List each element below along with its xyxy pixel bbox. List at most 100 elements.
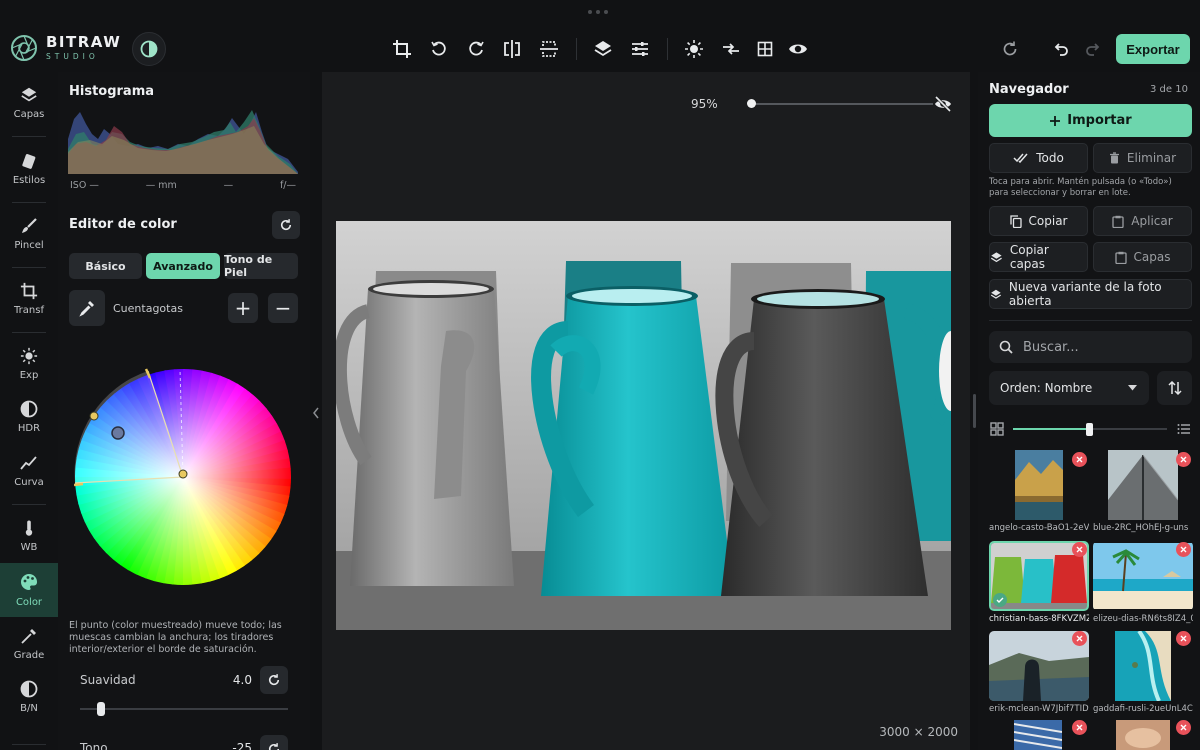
rail-item-wb[interactable]: WB — [0, 509, 58, 563]
sort-arrows-icon — [1167, 380, 1182, 396]
remove-thumbnail-button[interactable] — [1072, 720, 1087, 735]
center-handle[interactable] — [178, 469, 188, 479]
close-icon — [1180, 546, 1187, 553]
main-photo[interactable] — [336, 221, 951, 630]
undo-button[interactable] — [1048, 36, 1074, 62]
rotate-left-button[interactable] — [426, 36, 452, 62]
smoothness-reset-button[interactable] — [260, 666, 288, 694]
add-sample-button[interactable]: + — [228, 293, 258, 323]
rail-item-color[interactable]: Color — [0, 563, 58, 617]
flip-horizontal-button[interactable] — [499, 36, 525, 62]
smoothness-label: Suavidad — [80, 673, 136, 687]
copy-layers-button[interactable]: Copiar capas — [989, 242, 1088, 272]
aperture-value: f/— — [279, 180, 296, 191]
width-notch-handle[interactable] — [74, 482, 84, 487]
theme-toggle-button[interactable] — [132, 32, 166, 66]
thumbnail-image — [1014, 720, 1062, 750]
new-variant-button[interactable]: Nueva variante de la foto abierta — [989, 279, 1192, 309]
copy-button[interactable]: Copiar — [989, 206, 1088, 236]
thumbnail-item[interactable] — [1014, 720, 1064, 750]
rotate-left-icon — [431, 41, 446, 56]
thumbnail-image — [1015, 450, 1063, 520]
reset-button[interactable] — [997, 36, 1023, 62]
adjustments-tool-button[interactable] — [627, 36, 653, 62]
collapse-panel-chevron-icon[interactable] — [312, 406, 320, 420]
paste-layers-button[interactable]: Capas — [1093, 242, 1192, 272]
rail-divider — [12, 744, 46, 745]
hide-overlay-icon[interactable] — [934, 95, 952, 113]
panel-resize-handle[interactable] — [973, 394, 976, 428]
navigator-title: Navegador — [989, 82, 1069, 97]
tab-avanzado[interactable]: Avanzado — [146, 253, 220, 279]
thumbnail-name: angelo-casto-BaO1-2eVo — [989, 523, 1089, 533]
select-all-button[interactable]: Todo — [989, 143, 1088, 173]
compare-tool-button[interactable] — [718, 36, 744, 62]
search-input[interactable] — [1023, 339, 1173, 355]
delete-button[interactable]: Eliminar — [1093, 143, 1192, 173]
drag-grip[interactable] — [588, 10, 608, 14]
crop-icon — [393, 40, 411, 58]
smoothness-slider-track[interactable] — [80, 708, 288, 710]
sample-point[interactable] — [111, 426, 125, 440]
rail-item-transf[interactable]: Transf — [0, 272, 58, 326]
light-tool-button[interactable] — [681, 36, 707, 62]
grid-view-icon[interactable] — [990, 422, 1004, 436]
preview-toggle-button[interactable] — [785, 36, 811, 62]
eyedropper-button[interactable] — [69, 290, 105, 326]
rail-item-capas[interactable]: Capas — [0, 76, 58, 130]
saturation-handle[interactable] — [89, 411, 99, 421]
import-button[interactable]: Importar — [989, 104, 1192, 137]
sort-dropdown[interactable]: Orden: Nombre — [989, 371, 1149, 405]
redo-icon — [1086, 43, 1100, 56]
new-variant-label: Nueva variante de la foto abierta — [1008, 280, 1162, 308]
apply-button[interactable]: Aplicar — [1093, 206, 1192, 236]
zoom-slider-knob[interactable] — [747, 99, 756, 108]
export-button[interactable]: Exportar — [1116, 34, 1190, 64]
check-icon — [996, 597, 1004, 603]
remove-thumbnail-button[interactable] — [1176, 720, 1191, 735]
rail-item-exp[interactable]: Exp — [0, 337, 58, 391]
rail-item-pincel[interactable]: Pincel — [0, 207, 58, 261]
rotate-right-button[interactable] — [463, 36, 489, 62]
remove-thumbnail-button[interactable] — [1072, 631, 1087, 646]
brush-icon — [22, 218, 37, 233]
rail-item-bn[interactable]: B/N — [0, 670, 58, 724]
rail-item-curva[interactable]: Curva — [0, 444, 58, 498]
thumbnail-name: erik-mclean-W7Jbif7TID — [989, 704, 1089, 714]
grid-overlay-button[interactable] — [752, 36, 778, 62]
refresh-icon — [280, 219, 292, 231]
caret-down-icon — [1128, 385, 1137, 391]
smoothness-slider-knob[interactable] — [96, 702, 105, 716]
contrast-icon — [20, 400, 38, 418]
remove-thumbnail-button[interactable] — [1176, 542, 1191, 557]
remove-thumbnail-button[interactable] — [1176, 452, 1191, 467]
rail-item-hdr[interactable]: HDR — [0, 390, 58, 444]
remove-thumbnail-button[interactable] — [1176, 631, 1191, 646]
eyedropper-label: Cuentagotas — [113, 302, 183, 315]
zoom-slider-track[interactable] — [750, 103, 933, 105]
search-box[interactable] — [989, 331, 1192, 363]
thumbnail-image — [1116, 720, 1170, 750]
compare-icon — [723, 43, 739, 55]
crop-tool-button[interactable] — [389, 36, 415, 62]
layers-tool-button[interactable] — [590, 36, 616, 62]
hue-wheel[interactable] — [74, 368, 292, 586]
remove-thumbnail-button[interactable] — [1072, 452, 1087, 467]
thumbnail-item[interactable] — [1116, 720, 1170, 750]
rotate-right-icon — [469, 41, 484, 56]
sort-direction-button[interactable] — [1157, 371, 1192, 405]
thumbnail-size-slider-knob[interactable] — [1086, 423, 1093, 436]
rail-item-grade[interactable]: Grade — [0, 617, 58, 671]
tone-reset-button[interactable] — [260, 735, 288, 750]
rail-item-estilos[interactable]: Estilos — [0, 142, 58, 196]
tab-tono-de-piel[interactable]: Tono de Piel — [224, 253, 298, 279]
remove-sample-button[interactable]: − — [268, 293, 298, 323]
exif-readout: ISO — — mm — f/— — [70, 180, 296, 191]
color-editor-reset-button[interactable] — [272, 211, 300, 239]
flip-vertical-button[interactable] — [536, 36, 562, 62]
list-view-icon[interactable] — [1177, 422, 1191, 436]
tab-basico[interactable]: Básico — [69, 253, 142, 279]
remove-thumbnail-button[interactable] — [1072, 542, 1087, 557]
eyedropper-icon — [79, 301, 94, 317]
redo-button[interactable] — [1080, 36, 1106, 62]
